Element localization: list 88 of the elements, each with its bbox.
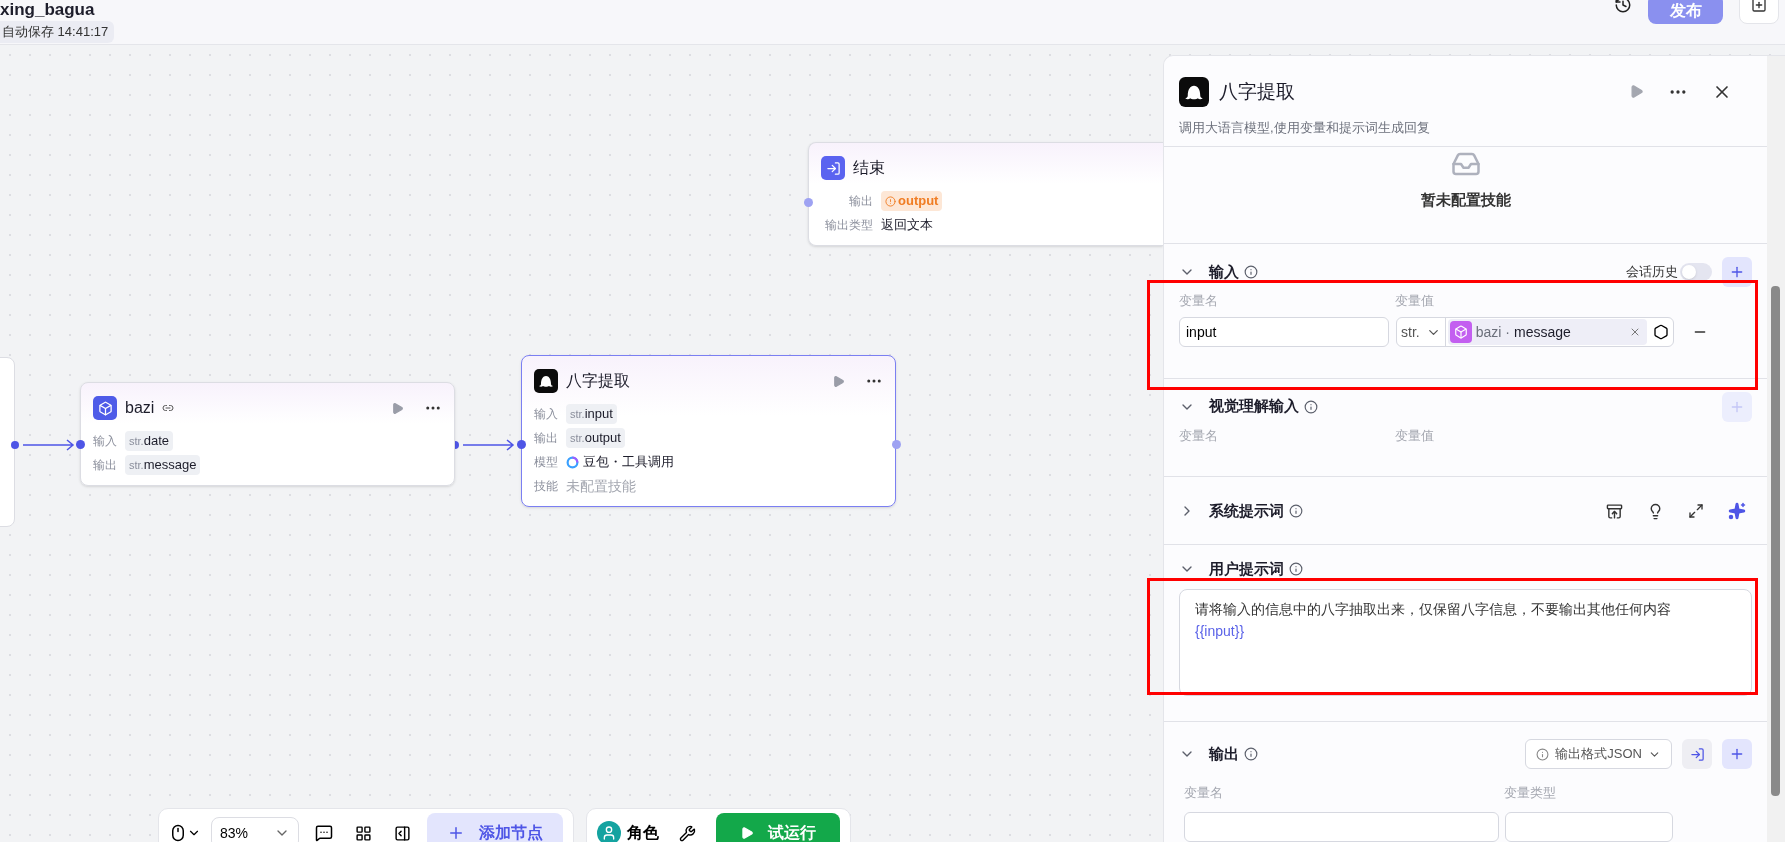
reference-icon[interactable] (1653, 324, 1669, 341)
history-label: 会话历史 (1626, 263, 1678, 282)
type-select[interactable]: str. (1397, 318, 1446, 347)
node-field-label: 输出 (534, 430, 558, 447)
node-value: 未配置技能 (566, 476, 636, 496)
panel-title: 八字提取 (1219, 79, 1295, 104)
node-title: 结束 (853, 158, 885, 178)
input-port[interactable] (804, 198, 813, 207)
workflow-node[interactable]: bazi 输入 str.date 输出 str.message (80, 382, 455, 486)
node-title: bazi (125, 398, 155, 418)
column-header: 变量值 (1395, 292, 1434, 311)
add-node-button[interactable]: 添加节点 (427, 813, 563, 842)
node-value: 返回文本 (881, 216, 933, 235)
node-field-label: 输入 (93, 433, 117, 450)
mouse-mode-icon[interactable] (169, 824, 201, 842)
comment-icon[interactable] (315, 824, 333, 842)
add-vision-input-button[interactable] (1722, 391, 1752, 422)
input-port[interactable] (517, 440, 526, 449)
section-title: 用户提示词 (1209, 558, 1284, 579)
column-header: 变量名 (1179, 426, 1219, 445)
section-title: 视觉理解输入 (1209, 396, 1299, 417)
info-icon (1289, 561, 1303, 576)
user-prompt-field[interactable]: 请将输入的信息中的八字抽取出来，仅保留八字信息，不要输出其他任何内容 {{input}} (1179, 588, 1752, 696)
model-name: 豆包・工具调用 (583, 453, 674, 472)
history-toggle[interactable] (1680, 263, 1712, 282)
column-header: 变量名 (1184, 784, 1224, 803)
info-icon (1244, 265, 1258, 280)
workflow-node[interactable]: 结束 输出 output 输出类型 返回文本 (808, 142, 1163, 246)
output-format-select[interactable]: 输出格式JSON (1525, 739, 1672, 769)
history-icon[interactable] (1614, 0, 1632, 14)
import-button[interactable] (1682, 739, 1712, 769)
variable-tag: str.output (566, 428, 625, 448)
info-icon (1304, 399, 1318, 414)
column-header: 变量值 (1395, 426, 1434, 445)
cube-icon (1449, 321, 1472, 344)
variable-tag: str.date (125, 431, 173, 451)
node-field-label: 模型 (534, 454, 558, 471)
warning-tag: output (881, 191, 943, 211)
output-type-field[interactable] (1505, 812, 1673, 842)
node-field-label: 输出类型 (824, 217, 873, 234)
prompt-library-icon[interactable] (1606, 502, 1623, 520)
layout-icon[interactable] (355, 824, 372, 842)
autosave-status: 自动保存 14:41:17 (0, 21, 115, 43)
sparkle-icon[interactable] (1728, 502, 1746, 521)
node-field-label: 输出 (93, 457, 117, 474)
output-name-field[interactable] (1184, 812, 1499, 842)
info-icon (1244, 747, 1258, 761)
zoom-select[interactable]: 83% (211, 817, 299, 842)
import-icon (1689, 746, 1705, 762)
variable-name-field[interactable]: input (1179, 317, 1389, 348)
input-port[interactable] (76, 440, 85, 449)
add-input-button[interactable] (1722, 257, 1752, 288)
play-icon (740, 826, 754, 840)
column-header: 变量名 (1179, 292, 1219, 311)
variable-tag: str.input (566, 404, 617, 424)
node-field-label: 输出 (848, 193, 873, 210)
connector-arrow (11, 439, 77, 451)
model-logo-icon (566, 455, 579, 469)
node-title: 八字提取 (566, 371, 630, 391)
info-icon (1289, 504, 1303, 519)
variable-tag: str.message (125, 455, 201, 475)
panel-description: 调用大语言模型,使用变量和提示词生成回复 (1179, 118, 1431, 137)
run-icon[interactable] (391, 401, 404, 415)
node-field-label: 输入 (534, 406, 558, 423)
section-title: 系统提示词 (1209, 500, 1284, 521)
plus-icon (1729, 746, 1745, 762)
run-icon[interactable] (832, 374, 845, 388)
add-output-button[interactable] (1722, 739, 1752, 769)
expand-icon[interactable] (1688, 503, 1704, 520)
plus-icon (447, 824, 465, 842)
ghost-logo-icon (1179, 76, 1209, 107)
workflow-title: xing_bagua (0, 0, 96, 19)
section-title: 输出 (1209, 743, 1239, 764)
cube-icon (93, 396, 117, 420)
reference-chip[interactable]: bazi · message (1447, 319, 1647, 346)
wrench-icon[interactable] (679, 824, 696, 842)
node-field-label: 技能 (534, 478, 558, 495)
empty-skills-text: 暂未配置技能 (1420, 189, 1511, 210)
role-button[interactable]: 角色 (597, 821, 659, 842)
exit-icon (821, 156, 845, 180)
warning-icon (885, 195, 896, 207)
scrollbar[interactable] (1767, 56, 1785, 842)
workflow-node[interactable]: 八字提取 输入 str.input 输出 str.output 模型 豆包・工具调用 技能 未配置技能 (521, 355, 896, 507)
variable-value-field[interactable]: str. bazi · message (1396, 317, 1674, 348)
section-title: 输入 (1209, 261, 1239, 282)
column-header: 变量类型 (1504, 784, 1556, 803)
info-icon (1536, 747, 1550, 761)
ghost-logo-icon (534, 369, 558, 393)
